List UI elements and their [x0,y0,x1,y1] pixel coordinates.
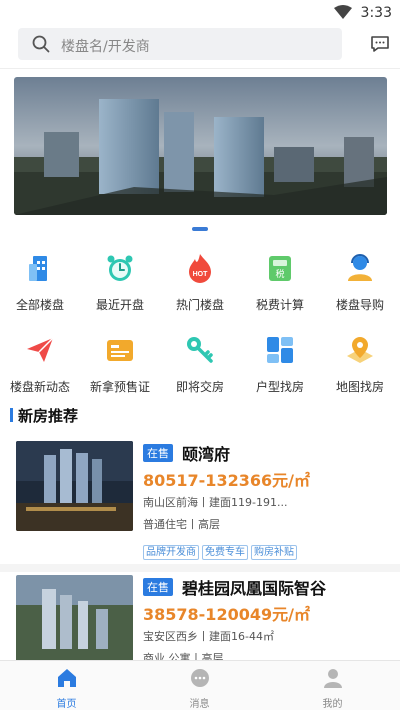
building-icon [24,252,56,284]
banner-image[interactable] [14,77,387,215]
search-placeholder: 楼盘名/开发商 [61,36,150,56]
category-label: 即将交房 [160,378,240,395]
category-label: 热门楼盘 [160,296,240,313]
category-map[interactable]: 地图找房 [320,334,400,395]
svg-text:税: 税 [275,268,284,280]
listing-tag: 免费专车 [202,545,248,560]
category-hot[interactable]: HOT 热门楼盘 [160,252,240,313]
listing-thumbnail [16,575,133,660]
listing-card[interactable]: 在售 颐湾府 80517-132366元/㎡ 南山区前海丨建面119-191..… [0,441,400,561]
chat-bubble-icon [189,667,211,689]
hot-fire-icon: HOT [184,252,216,284]
listing-status-badge: 在售 [143,578,173,596]
listing-type: 商业 公寓丨高层 [143,650,224,660]
status-bar: 3:33 [0,0,400,26]
category-tax[interactable]: 税 税费计算 [240,252,320,313]
map-pin-icon [344,334,376,366]
key-icon [184,334,216,366]
listing-thumbnail [16,441,133,531]
bottom-tab-bar: 首页 消息 我的 [0,660,400,710]
tab-home[interactable]: 首页 [0,661,133,711]
category-label: 全部楼盘 [0,296,80,313]
tab-label: 首页 [0,695,133,710]
card-separator [0,564,400,572]
listing-price: 38578-120049元/㎡ [143,601,310,625]
tab-label: 消息 [133,695,266,710]
alarm-clock-icon [104,252,136,284]
search-icon [32,35,50,53]
listing-location: 南山区前海丨建面119-191... [143,494,287,510]
paper-plane-icon [24,334,56,366]
category-recent-open[interactable]: 最近开盘 [80,252,160,313]
listing-tag: 购房补贴 [251,545,297,560]
category-news[interactable]: 楼盘新动态 [0,334,80,395]
status-time: 3:33 [361,5,392,21]
category-label: 楼盘导购 [320,296,400,313]
message-icon[interactable] [370,34,390,54]
category-all-buildings[interactable]: 全部楼盘 [0,252,80,313]
top-divider [0,68,400,69]
tab-messages[interactable]: 消息 [133,661,266,711]
category-label: 楼盘新动态 [0,378,80,395]
listing-location: 宝安区西乡丨建面16-44㎡ [143,628,274,644]
guide-person-icon [344,252,376,284]
floorplan-icon [264,334,296,366]
wifi-icon [334,5,352,19]
category-floorplan[interactable]: 户型找房 [240,334,320,395]
listing-card[interactable]: 在售 碧桂园凤凰国际智谷 38578-120049元/㎡ 宝安区西乡丨建面16-… [0,575,400,660]
category-label: 新拿预售证 [80,378,160,395]
tab-label: 我的 [266,695,399,710]
tax-calculator-icon: 税 [264,252,296,284]
user-icon [322,667,344,689]
banner-indicator [192,227,208,231]
listing-status-badge: 在售 [143,444,173,462]
listing-name: 碧桂园凤凰国际智谷 [182,575,326,599]
listing-name: 颐湾府 [182,441,230,465]
section-accent-bar [10,408,13,422]
category-label: 最近开盘 [80,296,160,313]
certificate-icon [104,334,136,366]
svg-text:HOT: HOT [193,271,209,278]
section-title-text: 新房推荐 [18,405,78,426]
category-label: 地图找房 [320,378,400,395]
listing-price: 80517-132366元/㎡ [143,467,310,491]
listing-tags: 品牌开发商免费专车购房补贴 [143,540,300,560]
category-guide[interactable]: 楼盘导购 [320,252,400,313]
tab-profile[interactable]: 我的 [266,661,399,711]
category-delivery[interactable]: 即将交房 [160,334,240,395]
search-input[interactable]: 楼盘名/开发商 [18,28,342,60]
listing-type: 普通住宅丨高层 [143,516,220,532]
home-icon [56,667,78,689]
category-label: 税费计算 [240,296,320,313]
listing-tag: 品牌开发商 [143,545,199,560]
category-label: 户型找房 [240,378,320,395]
category-presale-cert[interactable]: 新拿预售证 [80,334,160,395]
